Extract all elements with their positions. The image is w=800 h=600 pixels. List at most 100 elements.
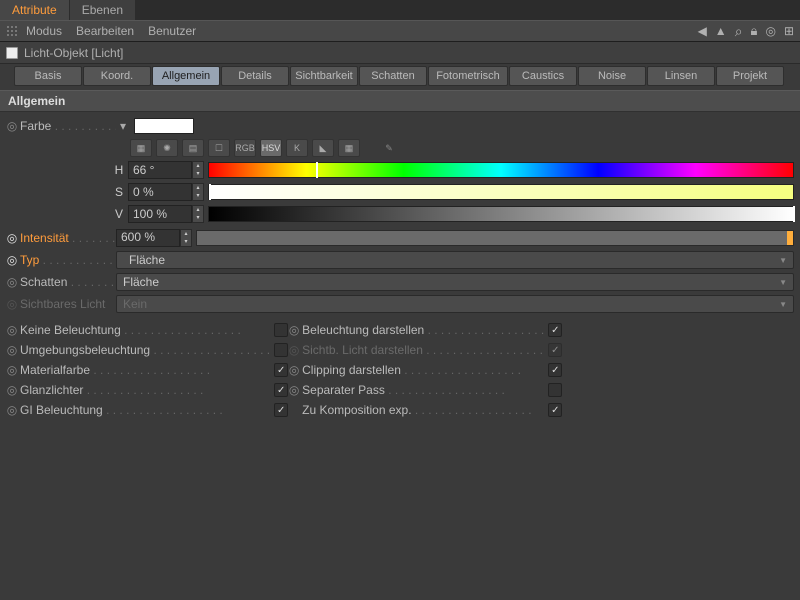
tab-koord[interactable]: Koord. — [83, 66, 151, 86]
vislight-dropdown: Kein▼ — [116, 295, 794, 313]
right-checkbox-1: ✓ — [548, 343, 562, 357]
grid-icon[interactable] — [6, 25, 18, 37]
object-header: Licht-Objekt [Licht] — [0, 42, 800, 64]
menu-user[interactable]: Benutzer — [148, 24, 196, 38]
left-checkbox-0[interactable] — [274, 323, 288, 337]
picker-rgb-button[interactable]: RGB — [234, 139, 256, 157]
color-swatch[interactable] — [134, 118, 194, 134]
label-farbe: Farbe — [20, 119, 116, 133]
tab-ebenen[interactable]: Ebenen — [70, 0, 136, 20]
tab-projekt[interactable]: Projekt — [716, 66, 784, 86]
left-label-3: Glanzlichter — [20, 383, 270, 397]
color-mode-row: ▦ ✺ ▤ 🞎 RGB HSV K ◣ ▦ ✎ — [130, 138, 794, 158]
light-icon — [6, 47, 18, 59]
tab-details[interactable]: Details — [221, 66, 289, 86]
tab-sichtbarkeit[interactable]: Sichtbarkeit — [290, 66, 358, 86]
anim-dot[interactable]: ◎ — [6, 343, 18, 357]
anim-dot-intensity[interactable]: ◎ — [6, 231, 18, 245]
sat-input[interactable]: 0 % — [128, 183, 192, 201]
picker-swatches-icon[interactable]: ▦ — [338, 139, 360, 157]
tab-basis[interactable]: Basis — [14, 66, 82, 86]
left-label-0: Keine Beleuchtung — [20, 323, 270, 337]
sat-slider[interactable] — [208, 184, 794, 200]
label-shadow: Schatten — [20, 275, 116, 289]
window-tabs: Attribute Ebenen — [0, 0, 800, 20]
sat-label: S — [110, 185, 128, 199]
anim-dot-farbe[interactable]: ◎ — [6, 119, 18, 133]
object-name: Licht-Objekt [Licht] — [24, 46, 123, 60]
search-icon[interactable]: ⌕ — [735, 23, 743, 40]
left-checkbox-2[interactable]: ✓ — [274, 363, 288, 377]
anim-dot-shadow[interactable]: ◎ — [6, 275, 18, 289]
intensity-input[interactable]: 600 % — [116, 229, 180, 247]
tab-attribute[interactable]: Attribute — [0, 0, 70, 20]
intensity-spinner[interactable]: ▴▾ — [180, 229, 192, 247]
anim-dot[interactable]: ◎ — [288, 383, 300, 397]
picker-spectrum-icon[interactable]: ▤ — [182, 139, 204, 157]
right-checkbox-2[interactable]: ✓ — [548, 363, 562, 377]
right-checkbox-4[interactable]: ✓ — [548, 403, 562, 417]
tab-allgemein[interactable]: Allgemein — [152, 66, 220, 86]
tab-schatten[interactable]: Schatten — [359, 66, 427, 86]
shadow-dropdown[interactable]: Fläche▼ — [116, 273, 794, 291]
menu-mode[interactable]: Modus — [26, 24, 62, 38]
right-label-1: Sichtb. Licht darstellen — [302, 343, 544, 357]
tab-fotometrisch[interactable]: Fotometrisch — [428, 66, 508, 86]
picker-wheel-icon[interactable]: ✺ — [156, 139, 178, 157]
tab-caustics[interactable]: Caustics — [509, 66, 577, 86]
anim-dot[interactable]: ◎ — [288, 323, 300, 337]
sat-spinner[interactable]: ▴▾ — [192, 183, 204, 201]
anim-dot[interactable]: ◎ — [6, 383, 18, 397]
menu-bar: Modus Bearbeiten Benutzer ◀ ▲ ⌕ 🔒︎ ◎ ⊞ — [0, 20, 800, 42]
chevron-down-icon[interactable]: ▾ — [120, 119, 130, 133]
val-label: V — [110, 207, 128, 221]
label-vislight: Sichtbares Licht — [20, 297, 116, 311]
right-label-2: Clipping darstellen — [302, 363, 544, 377]
right-checkbox-0[interactable]: ✓ — [548, 323, 562, 337]
up-icon[interactable]: ▲ — [715, 24, 727, 38]
right-checkbox-3[interactable] — [548, 383, 562, 397]
anim-dot[interactable]: ◎ — [288, 363, 300, 377]
tab-noise[interactable]: Noise — [578, 66, 646, 86]
left-checkbox-4[interactable]: ✓ — [274, 403, 288, 417]
left-label-2: Materialfarbe — [20, 363, 270, 377]
left-checkbox-3[interactable]: ✓ — [274, 383, 288, 397]
picker-image-icon[interactable]: 🞎 — [208, 139, 230, 157]
hue-label: H — [110, 163, 128, 177]
back-icon[interactable]: ◀ — [698, 24, 707, 38]
hue-spinner[interactable]: ▴▾ — [192, 161, 204, 179]
anim-dot-vislight: ◎ — [6, 297, 18, 311]
anim-dot-type[interactable]: ◎ — [6, 253, 18, 267]
picker-hsv-button[interactable]: HSV — [260, 139, 282, 157]
hue-input[interactable]: 66 ° — [128, 161, 192, 179]
right-label-3: Separater Pass — [302, 383, 544, 397]
val-input[interactable]: 100 % — [128, 205, 192, 223]
group-title: Allgemein — [0, 90, 800, 112]
left-checkbox-1[interactable] — [274, 343, 288, 357]
lock-icon[interactable]: 🔒︎ — [751, 23, 758, 39]
gear-icon[interactable]: ◎ — [765, 24, 775, 38]
val-spinner[interactable]: ▴▾ — [192, 205, 204, 223]
anim-dot[interactable]: ◎ — [6, 323, 18, 337]
label-intensity: Intensität — [20, 231, 116, 245]
tab-linsen[interactable]: Linsen — [647, 66, 715, 86]
right-label-4: Zu Komposition exp. — [302, 403, 544, 417]
attribute-tabs: Basis Koord. Allgemein Details Sichtbark… — [0, 64, 800, 88]
picker-pencil-icon[interactable]: ✎ — [378, 139, 400, 157]
anim-dot: ◎ — [288, 343, 300, 357]
anim-dot[interactable]: ◎ — [6, 403, 18, 417]
type-dropdown[interactable]: Fläche▼ — [116, 251, 794, 269]
left-label-1: Umgebungsbeleuchtung — [20, 343, 270, 357]
right-label-0: Beleuchtung darstellen — [302, 323, 544, 337]
menu-edit[interactable]: Bearbeiten — [76, 24, 134, 38]
anim-dot[interactable]: ◎ — [6, 363, 18, 377]
left-label-4: GI Beleuchtung — [20, 403, 270, 417]
picker-eyedrop-icon[interactable]: ◣ — [312, 139, 334, 157]
picker-kelvin-button[interactable]: K — [286, 139, 308, 157]
intensity-slider[interactable] — [196, 230, 794, 246]
val-slider[interactable] — [208, 206, 794, 222]
hue-slider[interactable] — [208, 162, 794, 178]
new-icon[interactable]: ⊞ — [784, 24, 794, 38]
picker-grid-icon[interactable]: ▦ — [130, 139, 152, 157]
label-type: Typ — [20, 253, 116, 267]
